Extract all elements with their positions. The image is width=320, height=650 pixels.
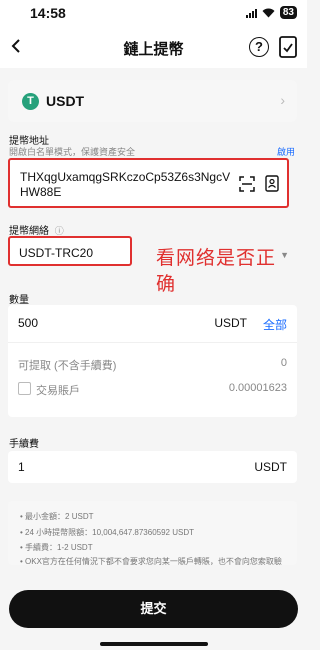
usdt-coin-icon: T xyxy=(22,93,39,110)
info-icon[interactable]: ⓘ xyxy=(55,226,64,236)
amount-card: 500 USDT 全部 可提取 (不含手續費) 0 交易賬戶 0.0000162… xyxy=(8,305,297,417)
network-label: 提幣網絡 ⓘ xyxy=(9,222,64,237)
fee-label: 手續費 xyxy=(9,439,39,450)
amount-input[interactable]: 500 xyxy=(18,316,38,330)
max-amount-button[interactable]: 全部 xyxy=(263,316,287,333)
header: 鏈上提幣 ? xyxy=(0,28,307,68)
records-icon[interactable] xyxy=(279,36,297,58)
coin-selector[interactable]: T USDT › xyxy=(8,80,297,122)
annotation-note: 看网络是否正确 xyxy=(156,248,277,295)
whitelist-hint: 開啟白名單模式，保護資產安全 xyxy=(9,147,136,157)
info-panel: 最小金額：2 USDT 24 小時提幣限額：10,004,647.8736059… xyxy=(8,501,297,565)
info-line: OKX官方在任何情況下都不會要求您向某一賬戶轉賬，也不會向您索取驗證碼。 xyxy=(20,556,287,566)
amount-label: 數量 xyxy=(9,295,29,306)
available-value: 0 xyxy=(280,357,287,369)
status-bar: 14:58 83 xyxy=(0,0,307,28)
info-line: 最小金額：2 USDT xyxy=(20,509,287,525)
fee-unit: USDT xyxy=(254,460,287,474)
submit-button[interactable]: 提交 xyxy=(9,590,298,628)
enable-whitelist-link[interactable]: 啟用 xyxy=(277,145,295,158)
battery-icon: 83 xyxy=(279,6,297,19)
address-value: THXqgUxamqgSRKczoCp53Z6s3NgcVHW88E xyxy=(20,170,231,199)
address-book-icon[interactable] xyxy=(265,175,279,192)
address-input[interactable]: THXqgUxamqgSRKczoCp53Z6s3NgcVHW88E xyxy=(8,158,289,208)
wifi-icon xyxy=(262,8,275,17)
help-button[interactable]: ? xyxy=(249,37,269,57)
signal-icon xyxy=(245,7,257,18)
coin-name: USDT xyxy=(46,93,85,109)
divider xyxy=(8,342,297,343)
trading-account-label: 交易賬戶 xyxy=(36,385,80,397)
network-selector[interactable]: USDT-TRC20 xyxy=(8,236,132,266)
scan-icon[interactable] xyxy=(239,176,255,192)
trading-account-value: 0.00001623 xyxy=(228,382,287,394)
fee-field: 1 USDT xyxy=(8,451,297,483)
amount-unit: USDT xyxy=(214,316,247,330)
info-line: 手續費：1-2 USDT xyxy=(20,540,287,556)
info-line: 24 小時提幣限額：10,004,647.87360592 USDT xyxy=(20,525,287,541)
available-label: 可提取 (不含手續費) xyxy=(18,360,117,372)
chevron-right-icon: › xyxy=(280,92,285,108)
fee-value: 1 xyxy=(18,460,25,474)
network-value: USDT-TRC20 xyxy=(19,246,94,260)
status-icons: 83 xyxy=(245,6,297,19)
home-indicator xyxy=(100,642,208,646)
trading-account-checkbox[interactable] xyxy=(18,382,31,395)
status-time: 14:58 xyxy=(30,5,66,21)
